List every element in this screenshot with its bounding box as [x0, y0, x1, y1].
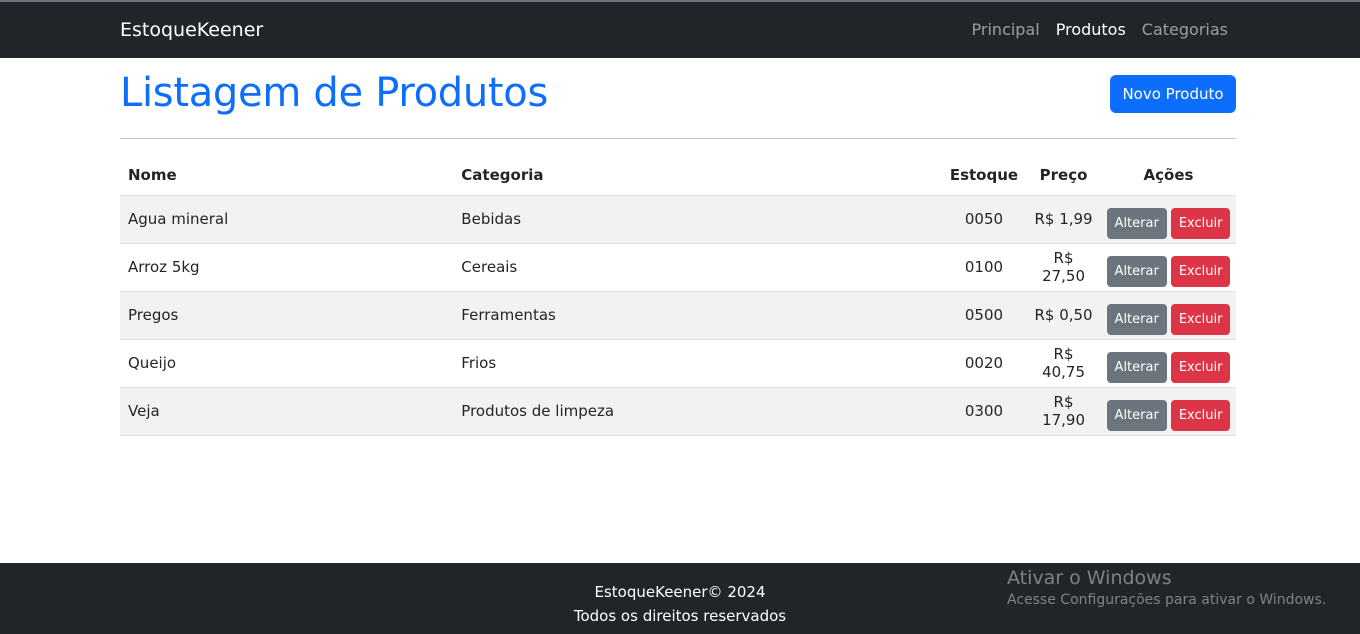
table-row: Arroz 5kg Cereais 0100 R$ 27,50 Alterar E… — [120, 243, 1236, 292]
delete-button[interactable]: Excluir — [1170, 351, 1231, 383]
cell-preco: R$ 0,50 — [1026, 291, 1101, 340]
header-nome: Nome — [120, 155, 454, 196]
cell-estoque: 0100 — [941, 243, 1027, 292]
cell-categoria: Ferramentas — [453, 291, 942, 340]
table-row: Veja Produtos de limpeza 0300 R$ 17,90 A… — [120, 387, 1236, 436]
delete-button[interactable]: Excluir — [1170, 303, 1231, 335]
nav-link-principal[interactable]: Principal — [972, 19, 1040, 41]
cell-nome: Pregos — [120, 291, 454, 340]
edit-button[interactable]: Alterar — [1106, 303, 1167, 335]
cell-categoria: Cereais — [453, 243, 942, 292]
cell-nome: Agua mineral — [120, 195, 454, 244]
cell-nome: Arroz 5kg — [120, 243, 454, 292]
navbar-brand[interactable]: EstoqueKeener — [120, 18, 263, 42]
cell-acoes: Alterar Excluir — [1101, 243, 1236, 292]
cell-estoque: 0020 — [941, 339, 1027, 388]
cell-estoque: 0300 — [941, 387, 1027, 436]
table-header-row: Nome Categoria Estoque Preço Ações — [120, 155, 1236, 196]
cell-acoes: Alterar Excluir — [1101, 195, 1236, 244]
edit-button[interactable]: Alterar — [1106, 399, 1167, 431]
windows-activation-title: Ativar o Windows — [1007, 567, 1172, 589]
cell-estoque: 0500 — [941, 291, 1027, 340]
page-title: Listagem de Produtos — [120, 70, 549, 116]
header-acoes: Ações — [1101, 155, 1236, 196]
header-categoria: Categoria — [453, 155, 942, 196]
edit-button[interactable]: Alterar — [1106, 351, 1167, 383]
delete-button[interactable]: Excluir — [1170, 207, 1231, 239]
nav-link-produtos[interactable]: Produtos — [1056, 19, 1126, 41]
cell-acoes: Alterar Excluir — [1101, 291, 1236, 340]
cell-nome: Queijo — [120, 339, 454, 388]
cell-preco: R$ 27,50 — [1026, 243, 1101, 292]
divider — [120, 138, 1236, 139]
delete-button[interactable]: Excluir — [1170, 255, 1231, 287]
header-preco: Preço — [1026, 155, 1101, 196]
delete-button[interactable]: Excluir — [1170, 399, 1231, 431]
cell-acoes: Alterar Excluir — [1101, 339, 1236, 388]
table-row: Queijo Frios 0020 R$ 40,75 Alterar Exclui… — [120, 339, 1236, 388]
table-row: Pregos Ferramentas 0500 R$ 0,50 Alterar E… — [120, 291, 1236, 340]
windows-activation-subtitle: Acesse Configurações para ativar o Windo… — [1007, 592, 1327, 608]
new-product-button[interactable]: Novo Produto — [1110, 75, 1236, 113]
cell-categoria: Produtos de limpeza — [453, 387, 942, 436]
nav-link-categorias[interactable]: Categorias — [1142, 19, 1228, 41]
cell-preco: R$ 40,75 — [1026, 339, 1101, 388]
cell-categoria: Frios — [453, 339, 942, 388]
products-table: Nome Categoria Estoque Preço Ações Agua … — [120, 155, 1236, 436]
cell-preco: R$ 17,90 — [1026, 387, 1101, 436]
nav-links: Principal Produtos Categorias — [972, 19, 1228, 41]
footer-rights: Todos os direitos reservados — [573, 607, 787, 625]
header-estoque: Estoque — [941, 155, 1027, 196]
cell-acoes: Alterar Excluir — [1101, 387, 1236, 436]
navbar: EstoqueKeener Principal Produtos Categor… — [0, 2, 1360, 58]
edit-button[interactable]: Alterar — [1106, 255, 1167, 287]
cell-preco: R$ 1,99 — [1026, 195, 1101, 244]
cell-categoria: Bebidas — [453, 195, 942, 244]
cell-nome: Veja — [120, 387, 454, 436]
cell-estoque: 0050 — [941, 195, 1027, 244]
table-row: Agua mineral Bebidas 0050 R$ 1,99 Altera… — [120, 195, 1236, 244]
edit-button[interactable]: Alterar — [1106, 207, 1167, 239]
